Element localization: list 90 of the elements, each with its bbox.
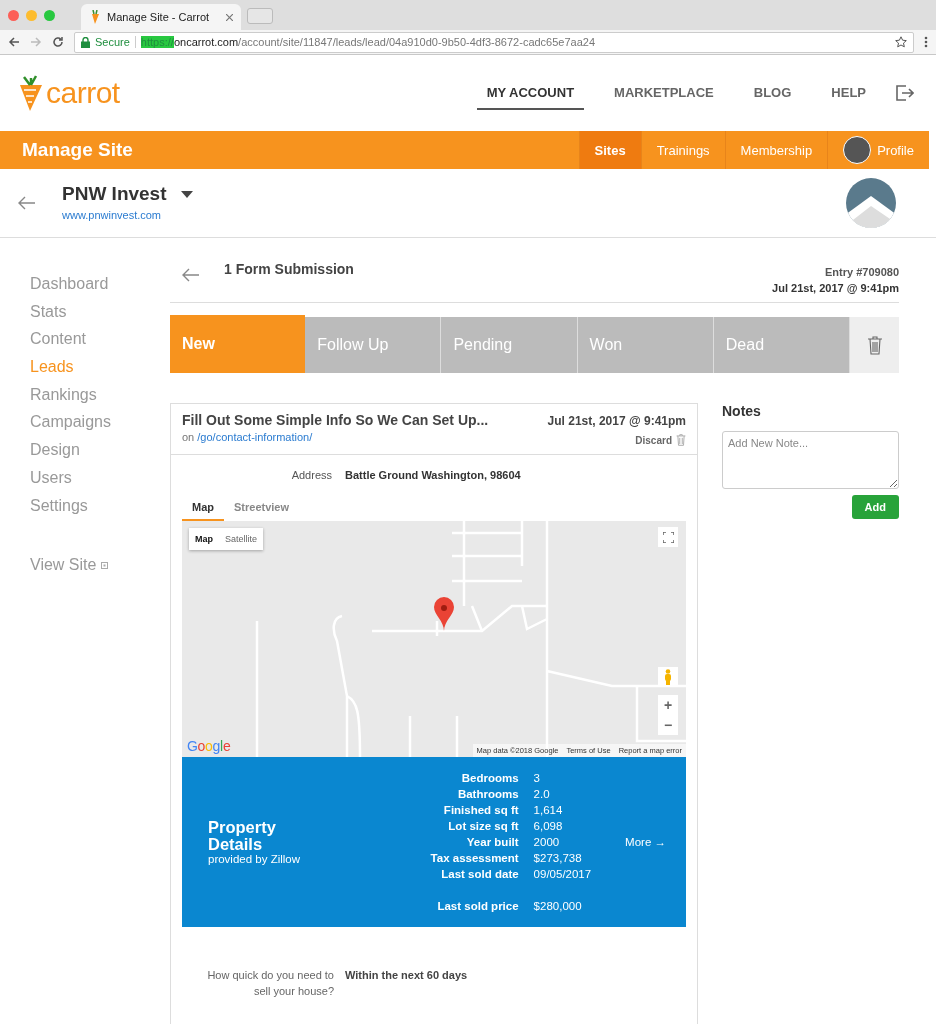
note-input[interactable]: Add New Note... bbox=[722, 431, 899, 489]
entry-date: Jul 21st, 2017 @ 9:41pm bbox=[772, 282, 899, 294]
sidebar-item[interactable]: Content bbox=[30, 325, 170, 354]
status-tab[interactable]: Follow Up bbox=[305, 317, 442, 373]
nav-tab[interactable]: Sites bbox=[578, 131, 641, 169]
sidebar-item[interactable]: Settings bbox=[30, 491, 170, 520]
view-site-link[interactable]: View Site bbox=[30, 551, 97, 579]
nav-link[interactable]: BLOG bbox=[743, 76, 802, 110]
submission-title: 1 Form Submission bbox=[224, 261, 355, 277]
nav-link[interactable]: MARKETPLACE bbox=[604, 76, 724, 110]
carrot-icon bbox=[89, 10, 101, 24]
property-label: Tax assessment bbox=[429, 851, 519, 865]
back-arrow-icon[interactable] bbox=[18, 196, 36, 210]
section-title: Manage Site bbox=[22, 139, 133, 161]
street-view-button[interactable] bbox=[658, 667, 678, 687]
reload-icon[interactable] bbox=[52, 36, 64, 48]
property-value: 6,098 bbox=[533, 819, 564, 833]
sidebar-item[interactable]: Design bbox=[30, 436, 170, 464]
map-type-button[interactable]: Map bbox=[189, 528, 219, 550]
more-link[interactable]: More → bbox=[625, 836, 666, 848]
property-value: 2000 bbox=[533, 835, 561, 849]
logout-icon[interactable] bbox=[896, 85, 914, 101]
fullscreen-icon bbox=[662, 531, 674, 543]
window-close-button[interactable] bbox=[8, 9, 19, 21]
sidebar-item[interactable]: Stats bbox=[30, 297, 170, 326]
panel-title: Property Details bbox=[208, 818, 277, 854]
avatar-icon bbox=[843, 136, 872, 164]
property-value: 2.0 bbox=[533, 787, 551, 801]
property-label: Last sold date bbox=[440, 867, 519, 881]
status-tab[interactable]: Pending bbox=[441, 317, 578, 373]
site-link[interactable]: www.pnwinvest.com bbox=[62, 209, 162, 221]
status-tab[interactable]: New bbox=[170, 315, 306, 373]
status-tab[interactable]: Won bbox=[577, 317, 714, 373]
trash-icon bbox=[866, 335, 883, 355]
sidebar-item[interactable]: Campaigns bbox=[30, 408, 170, 437]
dropdown-caret-icon[interactable] bbox=[180, 190, 193, 198]
person-icon bbox=[664, 669, 672, 685]
sidebar-item[interactable]: Rankings bbox=[30, 380, 170, 409]
field-value: Battle Ground Washington, 98604 bbox=[344, 469, 522, 481]
add-button[interactable]: Add bbox=[851, 495, 899, 519]
lock-icon bbox=[81, 36, 90, 48]
back-arrow-icon[interactable] bbox=[182, 268, 200, 282]
nav-tab[interactable]: Trainings bbox=[640, 131, 725, 169]
sidebar-item[interactable]: Users bbox=[30, 463, 170, 492]
discard-button[interactable]: Discard bbox=[635, 434, 686, 446]
secure-label: Secure bbox=[95, 36, 136, 48]
sidebar-item[interactable]: Leads bbox=[30, 353, 170, 381]
site-name: PNW Invest bbox=[62, 183, 167, 205]
close-icon[interactable] bbox=[226, 13, 233, 21]
nav-link[interactable]: HELP bbox=[821, 76, 876, 110]
menu-icon[interactable] bbox=[924, 36, 928, 48]
property-label: Year built bbox=[465, 835, 519, 849]
star-icon[interactable] bbox=[895, 36, 907, 48]
nav-tab[interactable]: Profile bbox=[827, 131, 929, 169]
browser-tab[interactable]: Manage Site - Carrot bbox=[81, 4, 241, 30]
trash-icon bbox=[676, 434, 686, 446]
property-value: $280,000 bbox=[533, 899, 583, 913]
property-label: Lot size sq ft bbox=[447, 819, 519, 833]
property-label: Bathrooms bbox=[456, 787, 519, 801]
property-value: $273,738 bbox=[533, 851, 583, 865]
back-icon[interactable] bbox=[8, 36, 20, 48]
submission-date: Jul 21st, 2017 @ 9:41pm bbox=[547, 414, 686, 428]
question-label: How quick do you need to sell your house? bbox=[206, 968, 334, 999]
status-tab[interactable]: Dead bbox=[713, 317, 850, 373]
property-value: 1,614 bbox=[533, 803, 564, 817]
form-title: Fill Out Some Simple Info So We Can Set Up... bbox=[182, 412, 489, 428]
map-type-button[interactable]: Satellite bbox=[219, 528, 264, 550]
nav-tab[interactable]: Membership bbox=[724, 131, 828, 169]
logo-text[interactable]: carrot bbox=[46, 76, 120, 110]
map-provider-logo: Google bbox=[187, 738, 231, 754]
page-link[interactable]: /go/contact-information/ bbox=[197, 431, 313, 443]
map-tab[interactable]: Streetview bbox=[224, 497, 300, 521]
fullscreen-button[interactable] bbox=[658, 527, 678, 547]
property-value: 09/05/2017 bbox=[533, 867, 593, 881]
property-value: 3 bbox=[533, 771, 541, 785]
entry-number: Entry #709080 bbox=[825, 266, 899, 278]
panel-subtitle: provided by Zillow bbox=[208, 853, 302, 866]
notes-title: Notes bbox=[722, 403, 762, 419]
sidebar-item[interactable]: Dashboard bbox=[30, 270, 170, 298]
field-label: Address bbox=[290, 469, 332, 481]
nav-link[interactable]: MY ACCOUNT bbox=[476, 76, 585, 110]
on-label: on bbox=[182, 431, 195, 443]
carrot-logo-icon bbox=[18, 75, 44, 111]
property-label: Bedrooms bbox=[460, 771, 519, 785]
answer-value: Within the next 60 days bbox=[345, 968, 469, 983]
delete-button[interactable] bbox=[850, 317, 899, 373]
house-logo-icon bbox=[846, 178, 896, 228]
property-label: Finished sq ft bbox=[442, 803, 519, 817]
external-link-icon[interactable] bbox=[101, 561, 109, 569]
property-label: Last sold price bbox=[436, 899, 519, 913]
